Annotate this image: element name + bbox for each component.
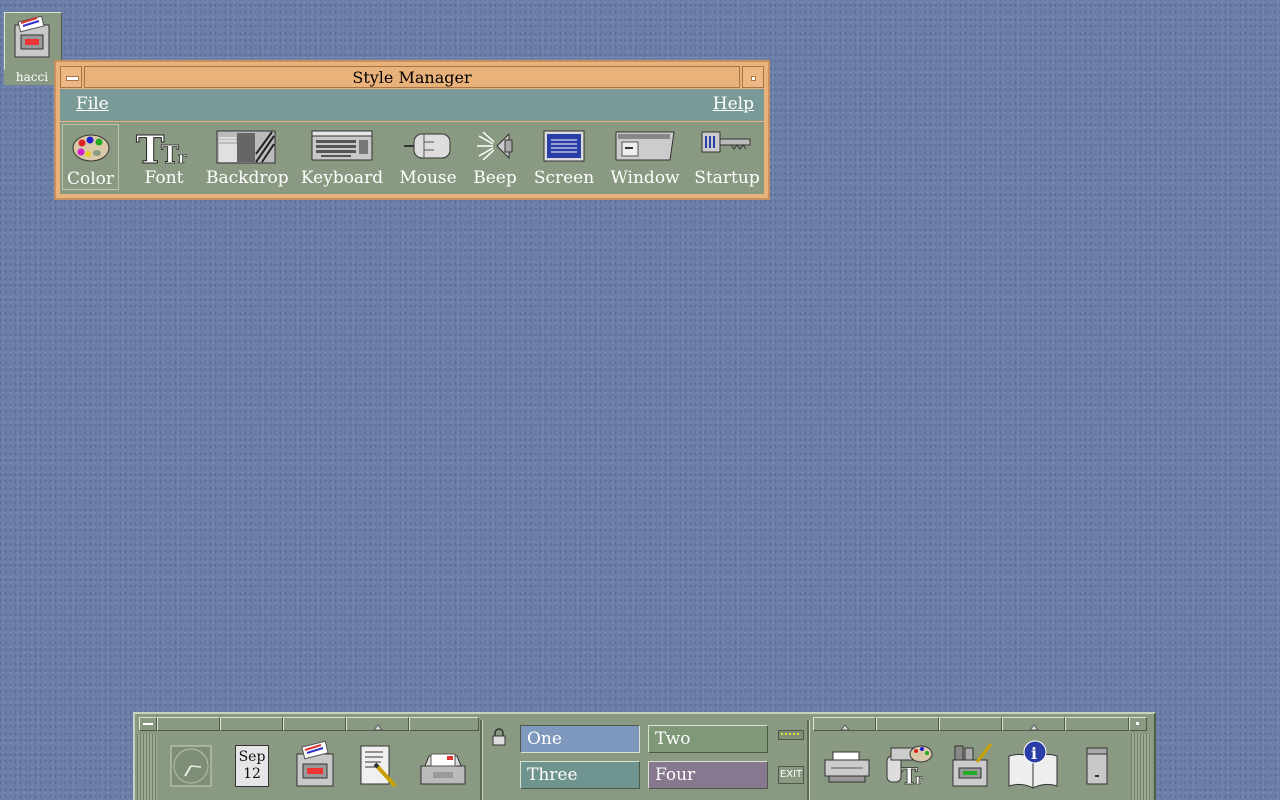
minimize-icon <box>751 76 756 81</box>
svg-text:i: i <box>1031 744 1037 763</box>
help-manager-control[interactable]: i <box>1005 738 1061 794</box>
window-icon <box>615 131 675 161</box>
tool-label: Window <box>610 168 680 188</box>
workspace-four-button[interactable]: Four <box>648 761 768 789</box>
window-tool-button[interactable]: Window <box>608 124 682 190</box>
mail-icon <box>420 753 466 785</box>
svg-text:T: T <box>161 140 179 166</box>
font-icon: T T r <box>136 130 188 166</box>
clock-icon <box>170 745 212 787</box>
screen-icon <box>543 130 585 162</box>
mouse-tool-button[interactable]: Mouse <box>396 124 460 190</box>
subpanel-tab[interactable] <box>939 717 1002 731</box>
calendar-icon: Sep 12 <box>235 745 269 787</box>
palette-icon <box>72 134 109 162</box>
clock-control[interactable] <box>163 738 219 794</box>
subpanel-tab[interactable] <box>1065 717 1129 731</box>
divider <box>480 720 483 800</box>
tool-label: Beep <box>473 168 517 188</box>
backdrop-tool-button[interactable]: Backdrop <box>206 124 289 190</box>
divider <box>807 720 810 800</box>
svg-text:r: r <box>178 148 187 166</box>
menu-bar: File Help <box>60 89 764 121</box>
beep-tool-button[interactable]: Beep <box>470 124 520 190</box>
menu-help[interactable]: Help <box>713 94 754 114</box>
desktop-icon-label: hacci <box>4 70 60 85</box>
front-panel: Sep 12 One Two Three Four EXIT T r i <box>133 712 1156 800</box>
panel-right-handle[interactable] <box>1131 734 1151 800</box>
minimize-button[interactable] <box>742 66 764 88</box>
subpanel-tab[interactable] <box>283 717 346 731</box>
style-manager-icon: T r <box>886 745 933 790</box>
workspace-two-button[interactable]: Two <box>648 725 768 753</box>
tool-label: Color <box>66 169 115 189</box>
busy-indicator <box>778 730 804 740</box>
menu-file[interactable]: File <box>76 94 109 114</box>
svg-text:r: r <box>915 772 923 788</box>
app-manager-icon <box>952 743 993 787</box>
tool-label: Keyboard <box>300 168 384 188</box>
exit-button[interactable]: EXIT <box>778 766 804 784</box>
calendar-control[interactable]: Sep 12 <box>225 738 281 794</box>
keyboard-icon <box>311 130 373 161</box>
subpanel-tab[interactable] <box>409 717 479 731</box>
file-manager-control[interactable] <box>287 738 343 794</box>
calendar-month: Sep <box>238 749 266 765</box>
tool-label: Mouse <box>399 168 457 188</box>
startup-tool-button[interactable]: Startup <box>692 124 762 190</box>
printer-icon <box>824 751 870 783</box>
key-icon <box>701 131 751 153</box>
keyboard-tool-button[interactable]: Keyboard <box>300 124 384 190</box>
screen-tool-button[interactable]: Screen <box>532 124 596 190</box>
tool-label: Backdrop <box>206 168 289 188</box>
tool-bar: Color T T r Font Backdrop Keyboard Mouse… <box>60 122 764 194</box>
panel-menu-button[interactable] <box>139 717 157 731</box>
subpanel-tab[interactable] <box>157 717 220 731</box>
window-menu-button[interactable] <box>60 66 82 88</box>
lock-button[interactable] <box>490 728 508 746</box>
style-manager-window: Style Manager File Help Color T T r Font… <box>54 60 770 200</box>
trash-can-control[interactable] <box>1069 738 1125 794</box>
window-title: Style Manager <box>84 66 740 88</box>
subpanel-tab-up[interactable] <box>1002 717 1065 731</box>
subpanel-tab-up[interactable] <box>346 717 409 731</box>
trash-can-icon <box>1086 747 1108 785</box>
applications-control[interactable] <box>943 738 999 794</box>
lock-icon <box>492 728 506 746</box>
speaker-icon <box>477 131 513 161</box>
workspace-one-button[interactable]: One <box>520 725 640 753</box>
panel-left-handle[interactable] <box>137 734 157 800</box>
tool-label: Screen <box>533 168 595 188</box>
text-editor-icon <box>360 745 397 788</box>
tool-label: Startup <box>694 168 760 188</box>
text-editor-control[interactable] <box>351 738 407 794</box>
mouse-icon <box>404 133 451 159</box>
panel-minimize-button[interactable] <box>1129 717 1147 731</box>
up-arrow-icon <box>372 724 384 731</box>
subpanel-tab[interactable] <box>876 717 939 731</box>
subpanel-tab-up[interactable] <box>813 717 876 731</box>
help-book-icon: i <box>1008 740 1058 789</box>
up-arrow-icon <box>839 724 851 731</box>
printer-control[interactable] <box>819 738 875 794</box>
up-arrow-icon <box>1028 724 1040 731</box>
subpanel-tab[interactable] <box>220 717 283 731</box>
style-manager-control[interactable]: T r <box>881 738 937 794</box>
calendar-day: 12 <box>243 766 261 782</box>
tool-label: Font <box>144 168 184 188</box>
backdrop-icon <box>216 130 276 164</box>
file-cabinet-icon <box>296 740 334 787</box>
font-tool-button[interactable]: T T r Font <box>130 124 198 190</box>
mailer-control[interactable] <box>415 738 471 794</box>
workspace-three-button[interactable]: Three <box>520 761 640 789</box>
window-titlebar[interactable]: Style Manager <box>60 66 764 88</box>
color-tool-button[interactable]: Color <box>62 124 119 190</box>
